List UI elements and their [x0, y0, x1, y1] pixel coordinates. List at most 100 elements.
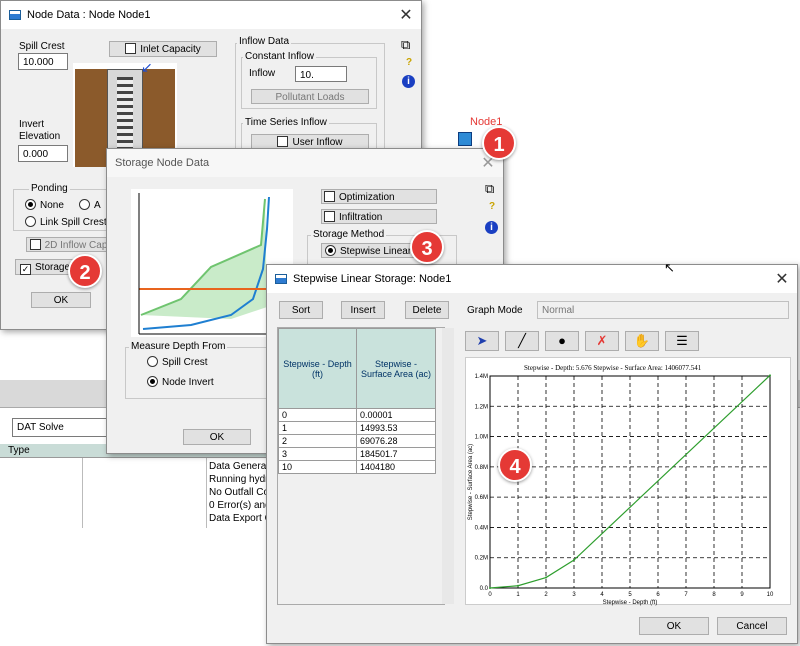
- spill-crest-radio[interactable]: Spill Crest: [147, 356, 208, 368]
- measure-depth-label: Measure Depth From: [129, 341, 228, 352]
- table-row[interactable]: 2 69076.28: [278, 434, 436, 448]
- spill-crest-input[interactable]: 10.000: [18, 53, 68, 70]
- point-icon[interactable]: ●: [545, 331, 579, 351]
- x-axis-label: Stepwise - Depth (ft): [603, 600, 658, 606]
- x-tick-label: 9: [740, 592, 744, 598]
- line-icon[interactable]: ╱: [505, 331, 539, 351]
- data-table: Stepwise - Depth (ft) Stepwise - Surface…: [278, 328, 436, 474]
- node-ok-button[interactable]: OK: [31, 292, 91, 308]
- depth-cell[interactable]: 2: [278, 434, 357, 448]
- table-scrollbar[interactable]: [442, 328, 454, 604]
- storage-button[interactable]: ✓ Storage: [15, 259, 75, 275]
- inlet-capacity-label: Inlet Capacity: [140, 44, 201, 55]
- mouse-cursor-icon: ↖: [664, 260, 675, 275]
- y-tick-label: 0.8M: [475, 465, 488, 471]
- constant-inflow-label: Constant Inflow: [243, 51, 316, 62]
- callout-badge-2: 2: [68, 254, 102, 288]
- invert-input[interactable]: 0.000: [18, 145, 68, 162]
- spill-crest-label: Spill Crest: [19, 41, 65, 52]
- table-row[interactable]: 1 14993.53: [278, 421, 436, 435]
- window-icon: [9, 10, 21, 20]
- pollutant-loads-button[interactable]: Pollutant Loads: [251, 89, 369, 104]
- storage-area-fill: [141, 199, 267, 319]
- area-cell[interactable]: 14993.53: [356, 421, 436, 435]
- inflow-cap-button[interactable]: 2D Inflow Cap: [26, 237, 111, 252]
- y-tick-label: 0.0: [480, 586, 489, 592]
- table-row[interactable]: 0 0.00001: [278, 408, 436, 422]
- ok-button[interactable]: OK: [639, 617, 709, 635]
- delete-button[interactable]: Delete: [405, 301, 449, 319]
- invert-elevation-label: Invert Elevation: [19, 119, 61, 142]
- node-marker-icon[interactable]: [458, 132, 472, 146]
- inflow-input[interactable]: 10.: [295, 66, 347, 82]
- depth-cell[interactable]: 10: [278, 460, 357, 474]
- x-tick-label: 5: [628, 592, 632, 598]
- radio-icon: [25, 216, 36, 227]
- ponding-none-radio[interactable]: None: [25, 199, 64, 211]
- data-point: [573, 559, 575, 562]
- delete-point-icon[interactable]: ✗: [585, 331, 619, 351]
- message-row: Running hydr: [209, 474, 269, 485]
- ponding-a-radio[interactable]: A: [79, 199, 101, 211]
- optimization-button[interactable]: Optimization: [321, 189, 437, 204]
- help-icon[interactable]: ?: [489, 201, 495, 212]
- sort-button[interactable]: Sort: [279, 301, 323, 319]
- data-point: [769, 374, 771, 377]
- pointer-icon[interactable]: ➤: [465, 331, 499, 351]
- messages-divider-2: [206, 458, 207, 528]
- message-row: Data Generati: [209, 461, 272, 472]
- user-inflow-button[interactable]: User Inflow: [251, 134, 369, 149]
- checkbox-icon: [324, 191, 335, 202]
- storage-dialog-titlebar: Storage Node Data ✕: [107, 149, 503, 177]
- inlet-capacity-button[interactable]: Inlet Capacity: [109, 41, 217, 57]
- user-inflow-label: User Inflow: [292, 137, 343, 148]
- depth-cell[interactable]: 0: [278, 408, 357, 422]
- column-depth-header: Stepwise - Depth (ft): [278, 328, 357, 409]
- infiltration-button[interactable]: Infiltration: [321, 209, 437, 224]
- data-point: [545, 576, 547, 579]
- y-axis-label: Stepwise - Surface Area (ac): [468, 444, 474, 520]
- info-icon[interactable]: i: [402, 75, 415, 88]
- area-cell[interactable]: 69076.28: [356, 434, 436, 448]
- copy-icon[interactable]: ⧉: [485, 181, 494, 197]
- insert-button[interactable]: Insert: [341, 301, 385, 319]
- table-row[interactable]: 10 1404180: [278, 460, 436, 474]
- storage-dialog-title: Storage Node Data: [115, 157, 210, 169]
- area-cell[interactable]: 1404180: [356, 460, 436, 474]
- structure-inner: [117, 77, 133, 155]
- storage-ok-button[interactable]: OK: [183, 429, 251, 445]
- y-tick-label: 0.2M: [475, 556, 488, 562]
- storage-label: Storage: [35, 262, 71, 273]
- list-icon[interactable]: ☰: [665, 331, 699, 351]
- area-cell[interactable]: 0.00001: [356, 408, 436, 422]
- cancel-button[interactable]: Cancel: [717, 617, 787, 635]
- depth-cell[interactable]: 1: [278, 421, 357, 435]
- table-row[interactable]: 3 184501.7: [278, 447, 436, 461]
- stepwise-title: Stepwise Linear Storage: Node1: [293, 273, 452, 285]
- inflow-cap-label: 2D Inflow Cap: [44, 240, 108, 251]
- message-row: No Outfall Co: [209, 487, 270, 498]
- ponding-none-label: None: [40, 200, 64, 211]
- node-invert-radio[interactable]: Node Invert: [147, 376, 214, 388]
- info-icon[interactable]: i: [485, 221, 498, 234]
- inflow-label: Inflow: [249, 68, 276, 79]
- checked-icon: ✓: [20, 264, 31, 275]
- x-tick-label: 3: [572, 592, 576, 598]
- pan-hand-icon[interactable]: ✋: [625, 331, 659, 351]
- graph-mode-field[interactable]: Normal: [537, 301, 789, 319]
- close-icon[interactable]: ✕: [391, 5, 421, 25]
- ponding-label: Ponding: [29, 183, 70, 194]
- depth-cell[interactable]: 3: [278, 447, 357, 461]
- optimization-label: Optimization: [339, 192, 395, 203]
- node-dialog-titlebar: Node Data : Node Node1 ✕: [1, 1, 421, 29]
- help-icon[interactable]: ?: [406, 57, 412, 68]
- copy-icon[interactable]: ⧉: [401, 37, 410, 53]
- time-series-label: Time Series Inflow: [243, 117, 329, 128]
- radio-icon: [147, 376, 158, 387]
- area-cell[interactable]: 184501.7: [356, 447, 436, 461]
- close-icon[interactable]: ✕: [767, 269, 797, 289]
- column-type: Type: [8, 445, 30, 456]
- checkbox-icon: [125, 43, 137, 54]
- x-tick-label: 2: [544, 592, 548, 598]
- node-dialog-title: Node Data : Node Node1: [27, 9, 151, 21]
